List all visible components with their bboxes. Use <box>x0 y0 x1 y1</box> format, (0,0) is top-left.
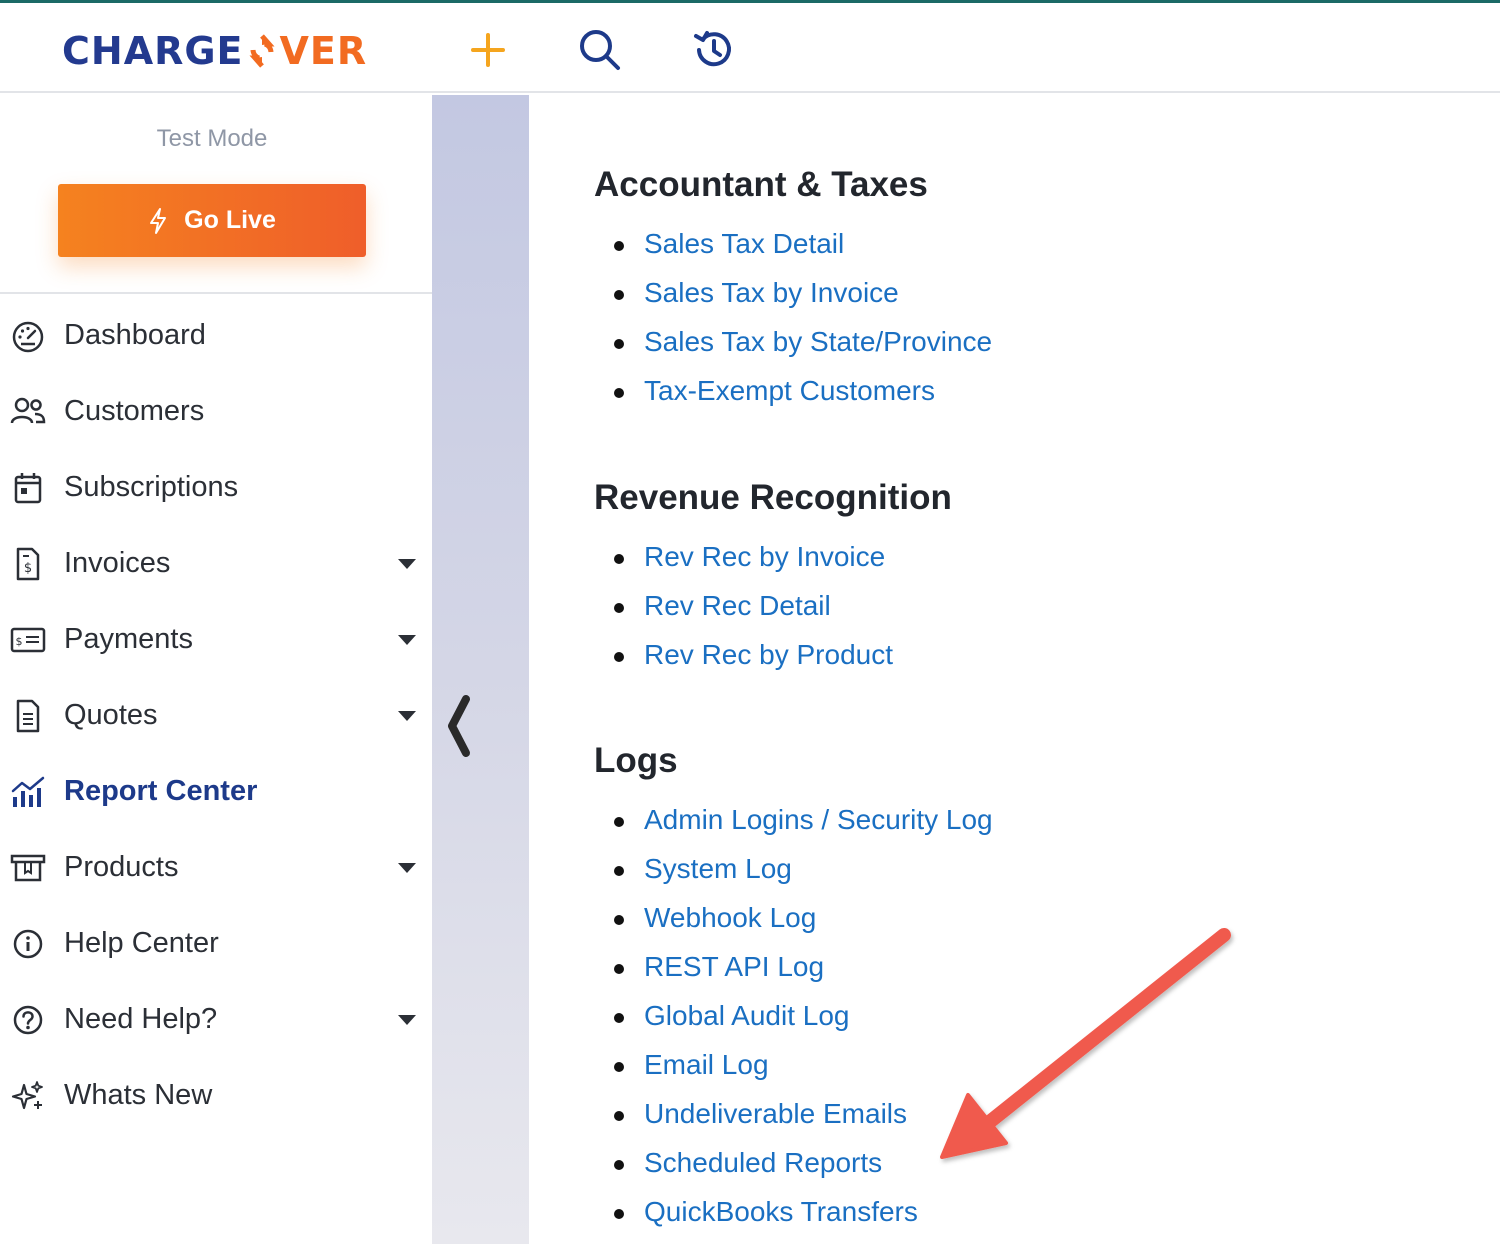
sidebar-item-help-center[interactable]: Help Center <box>0 905 432 981</box>
sidebar-item-whats-new[interactable]: Whats New <box>0 1057 432 1133</box>
calendar-icon <box>10 470 46 506</box>
logo-text-right: VER <box>279 29 368 73</box>
chevron-down-icon[interactable] <box>398 635 416 645</box>
report-link[interactable]: Sales Tax Detail <box>613 227 992 276</box>
sidebar-item-label: Quotes <box>64 699 158 731</box>
report-link-scheduled-reports[interactable]: Scheduled Reports <box>614 1146 993 1195</box>
sidebar-item-need-help[interactable]: Need Help? <box>0 981 432 1057</box>
report-link[interactable]: Sales Tax by State/Province <box>613 325 992 374</box>
report-link[interactable]: Rev Rec by Invoice <box>614 540 893 589</box>
lightning-bolt-icon <box>148 207 168 235</box>
report-link[interactable]: Webhook Log <box>614 901 993 950</box>
box-icon <box>10 850 46 886</box>
section-title-revenue-recognition: Revenue Recognition <box>594 478 952 517</box>
sidebar-item-label: Help Center <box>64 927 219 959</box>
section-title-logs: Logs <box>594 741 678 780</box>
sidebar-item-payments[interactable]: $ Payments <box>0 601 432 677</box>
sidebar-item-label: Need Help? <box>64 1003 218 1035</box>
chart-icon <box>10 774 46 810</box>
report-link[interactable]: Rev Rec Detail <box>614 589 893 638</box>
sidebar-item-label: Payments <box>64 623 193 655</box>
svg-text:$: $ <box>24 561 32 576</box>
sidebar-item-label: Products <box>64 851 179 883</box>
sidebar-item-label: Dashboard <box>64 319 206 351</box>
sidebar-item-label: Subscriptions <box>64 471 239 503</box>
report-center-content: Accountant & Taxes Sales Tax Detail Sale… <box>529 95 1500 1244</box>
report-link[interactable]: Rev Rec by Product <box>614 638 893 687</box>
sidebar-item-report-center[interactable]: Report Center <box>0 753 432 829</box>
logo-refresh-o-icon <box>245 32 279 70</box>
report-link[interactable]: Admin Logins / Security Log <box>614 803 993 852</box>
sidebar-item-customers[interactable]: Customers <box>0 373 432 449</box>
sidebar-item-invoices[interactable]: $ Invoices <box>0 525 432 601</box>
invoice-icon: $ <box>10 546 46 582</box>
report-list-accountant-taxes: Sales Tax Detail Sales Tax by Invoice Sa… <box>613 227 992 423</box>
chargeover-logo[interactable]: CHARGE VER <box>62 29 367 73</box>
chevron-down-icon[interactable] <box>398 559 416 569</box>
info-icon <box>10 926 46 962</box>
report-link[interactable]: Tax-Exempt Customers <box>613 374 992 423</box>
report-link[interactable]: QuickBooks Transfers <box>614 1195 993 1244</box>
report-link[interactable]: Undeliverable Emails <box>614 1097 993 1146</box>
report-link[interactable]: REST API Log <box>614 950 993 999</box>
report-link[interactable]: Sales Tax by Invoice <box>613 276 992 325</box>
payment-card-icon: $ <box>10 622 46 658</box>
sidebar-item-label: Invoices <box>64 547 171 579</box>
svg-text:$: $ <box>16 635 23 648</box>
go-live-label: Go Live <box>184 206 276 234</box>
chevron-down-icon[interactable] <box>398 711 416 721</box>
sidebar-item-quotes[interactable]: Quotes <box>0 677 432 753</box>
document-icon <box>10 698 46 734</box>
sidebar-divider <box>0 292 432 294</box>
section-title-accountant-taxes: Accountant & Taxes <box>594 165 928 204</box>
gauge-icon <box>10 318 46 354</box>
report-list-logs: Admin Logins / Security Log System Log W… <box>614 803 993 1244</box>
sidebar-item-products[interactable]: Products <box>0 829 432 905</box>
sidebar-item-dashboard[interactable]: Dashboard <box>0 297 432 373</box>
report-link[interactable]: System Log <box>614 852 993 901</box>
sidebar-item-label: Customers <box>64 395 205 427</box>
users-icon <box>10 394 46 430</box>
plus-icon[interactable] <box>463 25 513 75</box>
top-bar: CHARGE VER <box>0 3 1500 93</box>
logo-text-left: CHARGE <box>62 29 244 73</box>
sidebar-collapse-bar[interactable] <box>432 95 529 1244</box>
question-icon <box>10 1002 46 1038</box>
sidebar: Test Mode Go Live Dashboard Customers Su… <box>0 95 432 1244</box>
chevron-down-icon[interactable] <box>398 1015 416 1025</box>
report-link[interactable]: Email Log <box>614 1048 993 1097</box>
search-icon[interactable] <box>575 25 625 75</box>
go-live-button[interactable]: Go Live <box>58 184 366 257</box>
sparkle-icon <box>10 1078 46 1114</box>
history-icon[interactable] <box>688 25 738 75</box>
chevron-left-icon[interactable] <box>440 693 476 759</box>
report-list-revenue-recognition: Rev Rec by Invoice Rev Rec Detail Rev Re… <box>614 540 893 687</box>
sidebar-item-label: Report Center <box>64 775 258 807</box>
chevron-down-icon[interactable] <box>398 863 416 873</box>
report-link[interactable]: Global Audit Log <box>614 999 993 1048</box>
sidebar-item-label: Whats New <box>64 1079 213 1111</box>
test-mode-label: Test Mode <box>156 125 268 152</box>
sidebar-item-subscriptions[interactable]: Subscriptions <box>0 449 432 525</box>
sidebar-nav: Dashboard Customers Subscriptions $ Invo… <box>0 297 432 1133</box>
